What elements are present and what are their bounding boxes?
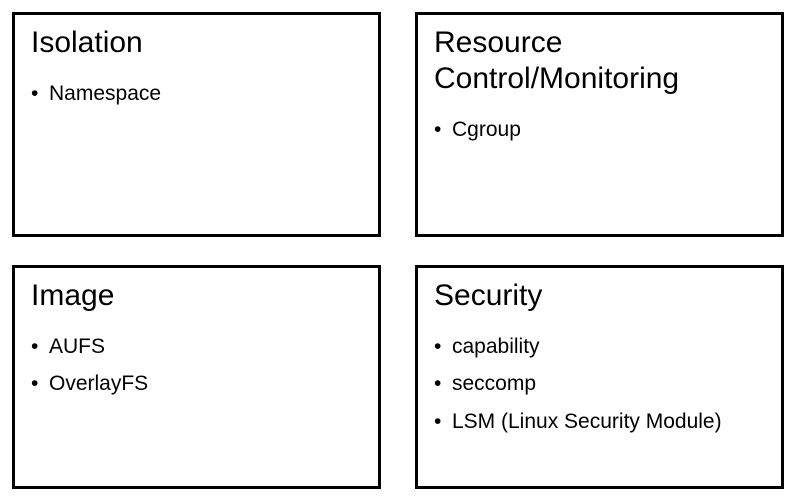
card-title: Image xyxy=(31,278,362,314)
list-item: capability xyxy=(434,328,765,366)
card-title: Security xyxy=(434,278,765,314)
list-item: AUFS xyxy=(31,328,362,366)
card-list: Namespace xyxy=(31,75,362,113)
list-item: LSM (Linux Security Module) xyxy=(434,403,765,441)
list-item: Cgroup xyxy=(434,111,765,149)
card-isolation: Isolation Namespace xyxy=(12,12,381,237)
card-resource-control: Resource Control/Monitoring Cgroup xyxy=(415,12,784,237)
card-title: Resource Control/Monitoring xyxy=(434,25,765,97)
list-item: seccomp xyxy=(434,365,765,403)
list-item: Namespace xyxy=(31,75,362,113)
card-image: Image AUFS OverlayFS xyxy=(12,265,381,490)
card-list: capability seccomp LSM (Linux Security M… xyxy=(434,328,765,441)
cards-grid: Isolation Namespace Resource Control/Mon… xyxy=(12,12,784,489)
card-list: AUFS OverlayFS xyxy=(31,328,362,404)
card-security: Security capability seccomp LSM (Linux S… xyxy=(415,265,784,490)
card-title: Isolation xyxy=(31,25,362,61)
list-item: OverlayFS xyxy=(31,365,362,403)
card-list: Cgroup xyxy=(434,111,765,149)
